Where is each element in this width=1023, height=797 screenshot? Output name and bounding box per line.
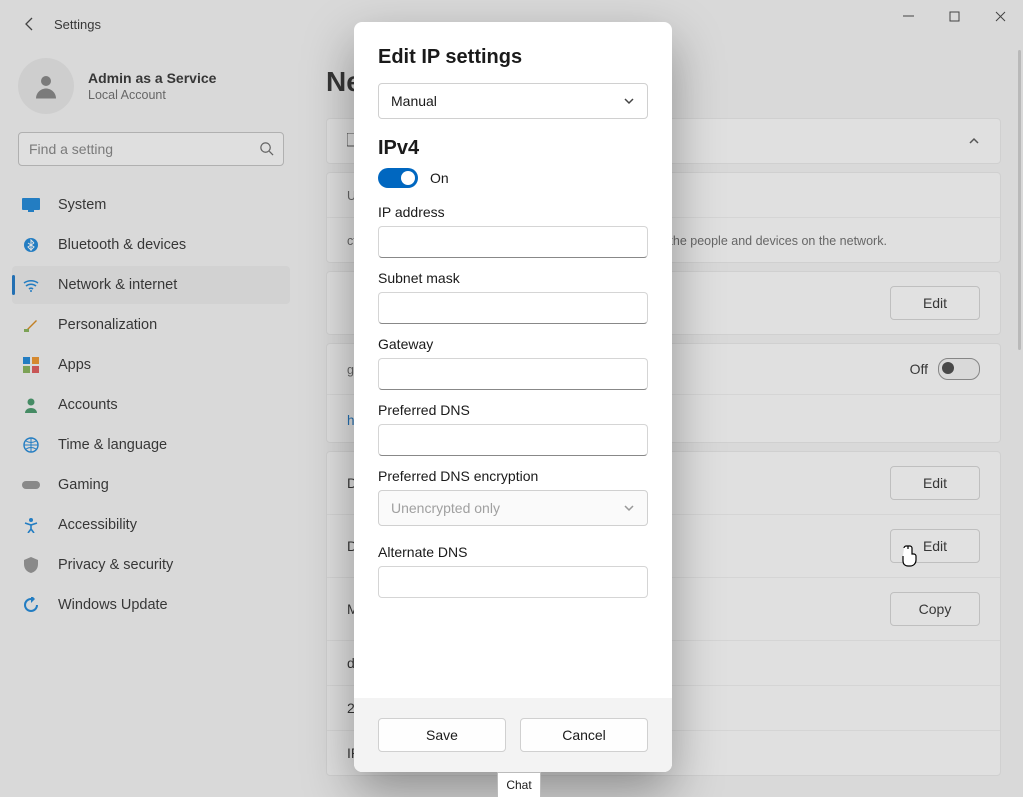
ipv4-toggle[interactable] bbox=[378, 168, 418, 188]
apps-icon bbox=[22, 356, 40, 374]
gateway-label: Gateway bbox=[378, 336, 648, 352]
edit-dns-button[interactable]: Edit bbox=[890, 529, 980, 563]
nav-label: Accounts bbox=[58, 397, 118, 413]
cancel-button[interactable]: Cancel bbox=[520, 718, 648, 752]
window-title: Settings bbox=[54, 17, 101, 32]
sidebar-item-apps[interactable]: Apps bbox=[12, 346, 290, 384]
nav-label: Privacy & security bbox=[58, 557, 173, 573]
close-icon bbox=[995, 11, 1006, 22]
dns-encryption-label: Preferred DNS encryption bbox=[378, 468, 648, 484]
person-icon bbox=[31, 71, 61, 101]
chevron-down-icon bbox=[623, 95, 635, 107]
sidebar-item-time[interactable]: Time & language bbox=[12, 426, 290, 464]
sidebar-item-accounts[interactable]: Accounts bbox=[12, 386, 290, 424]
nav-label: Time & language bbox=[58, 437, 167, 453]
save-button[interactable]: Save bbox=[378, 718, 506, 752]
copy-button[interactable]: Copy bbox=[890, 592, 980, 626]
sidebar-item-accessibility[interactable]: Accessibility bbox=[12, 506, 290, 544]
metered-toggle[interactable] bbox=[938, 358, 980, 380]
edit-ip-dialog: Edit IP settings Manual IPv4 On IP addre… bbox=[354, 22, 672, 772]
ipv4-toggle-label: On bbox=[430, 170, 449, 186]
user-sub: Local Account bbox=[88, 88, 216, 102]
avatar bbox=[18, 58, 74, 114]
account-info[interactable]: Admin as a Service Local Account bbox=[2, 48, 300, 132]
nav-label: Accessibility bbox=[58, 517, 137, 533]
nav-label: Gaming bbox=[58, 477, 109, 493]
dns-encryption-value: Unencrypted only bbox=[391, 500, 500, 516]
alternate-dns-label: Alternate DNS bbox=[378, 544, 648, 560]
ip-address-input[interactable] bbox=[378, 226, 648, 258]
chat-tab[interactable]: Chat bbox=[497, 772, 541, 797]
edit-button[interactable]: Edit bbox=[890, 286, 980, 320]
minimize-icon bbox=[903, 11, 914, 22]
sidebar-item-bluetooth[interactable]: Bluetooth & devices bbox=[12, 226, 290, 264]
ip-address-label: IP address bbox=[378, 204, 648, 220]
bluetooth-icon bbox=[22, 236, 40, 254]
nav-label: System bbox=[58, 197, 106, 213]
accessibility-icon bbox=[22, 516, 40, 534]
wifi-icon bbox=[22, 276, 40, 294]
nav-label: Apps bbox=[58, 357, 91, 373]
display-icon bbox=[22, 196, 40, 214]
brush-icon bbox=[22, 316, 40, 334]
sidebar-item-network[interactable]: Network & internet bbox=[12, 266, 290, 304]
alternate-dns-input[interactable] bbox=[378, 566, 648, 598]
nav-label: Bluetooth & devices bbox=[58, 237, 186, 253]
maximize-button[interactable] bbox=[931, 0, 977, 32]
gamepad-icon bbox=[22, 476, 40, 494]
sidebar-item-update[interactable]: Windows Update bbox=[12, 586, 290, 624]
search-input[interactable] bbox=[18, 132, 284, 166]
globe-icon bbox=[22, 436, 40, 454]
ip-mode-dropdown[interactable]: Manual bbox=[378, 83, 648, 119]
ipv4-heading: IPv4 bbox=[378, 137, 648, 160]
minimize-button[interactable] bbox=[885, 0, 931, 32]
preferred-dns-label: Preferred DNS bbox=[378, 402, 648, 418]
nav-label: Personalization bbox=[58, 317, 157, 333]
nav-label: Windows Update bbox=[58, 597, 168, 613]
nav-list: System Bluetooth & devices Network & int… bbox=[2, 182, 300, 624]
user-name: Admin as a Service bbox=[88, 70, 216, 86]
nav-label: Network & internet bbox=[58, 277, 177, 293]
chevron-up-icon bbox=[968, 135, 980, 147]
close-button[interactable] bbox=[977, 0, 1023, 32]
sidebar-item-personalization[interactable]: Personalization bbox=[12, 306, 290, 344]
maximize-icon bbox=[949, 11, 960, 22]
toggle-label: Off bbox=[910, 361, 928, 377]
dns-encryption-dropdown[interactable]: Unencrypted only bbox=[378, 490, 648, 526]
gateway-input[interactable] bbox=[378, 358, 648, 390]
sidebar-item-gaming[interactable]: Gaming bbox=[12, 466, 290, 504]
person-icon bbox=[22, 396, 40, 414]
search-box[interactable] bbox=[18, 132, 284, 166]
edit-ip-button[interactable]: Edit bbox=[890, 466, 980, 500]
shield-icon bbox=[22, 556, 40, 574]
search-icon bbox=[259, 141, 274, 159]
preferred-dns-input[interactable] bbox=[378, 424, 648, 456]
dropdown-value: Manual bbox=[391, 93, 437, 109]
dialog-title: Edit IP settings bbox=[378, 46, 648, 69]
subnet-input[interactable] bbox=[378, 292, 648, 324]
chevron-down-icon bbox=[623, 502, 635, 514]
subnet-label: Subnet mask bbox=[378, 270, 648, 286]
update-icon bbox=[22, 596, 40, 614]
sidebar-item-system[interactable]: System bbox=[12, 186, 290, 224]
sidebar: Admin as a Service Local Account System … bbox=[0, 48, 300, 797]
scrollbar[interactable] bbox=[1018, 50, 1021, 350]
sidebar-item-privacy[interactable]: Privacy & security bbox=[12, 546, 290, 584]
back-button[interactable] bbox=[10, 4, 50, 44]
arrow-left-icon bbox=[22, 16, 38, 32]
